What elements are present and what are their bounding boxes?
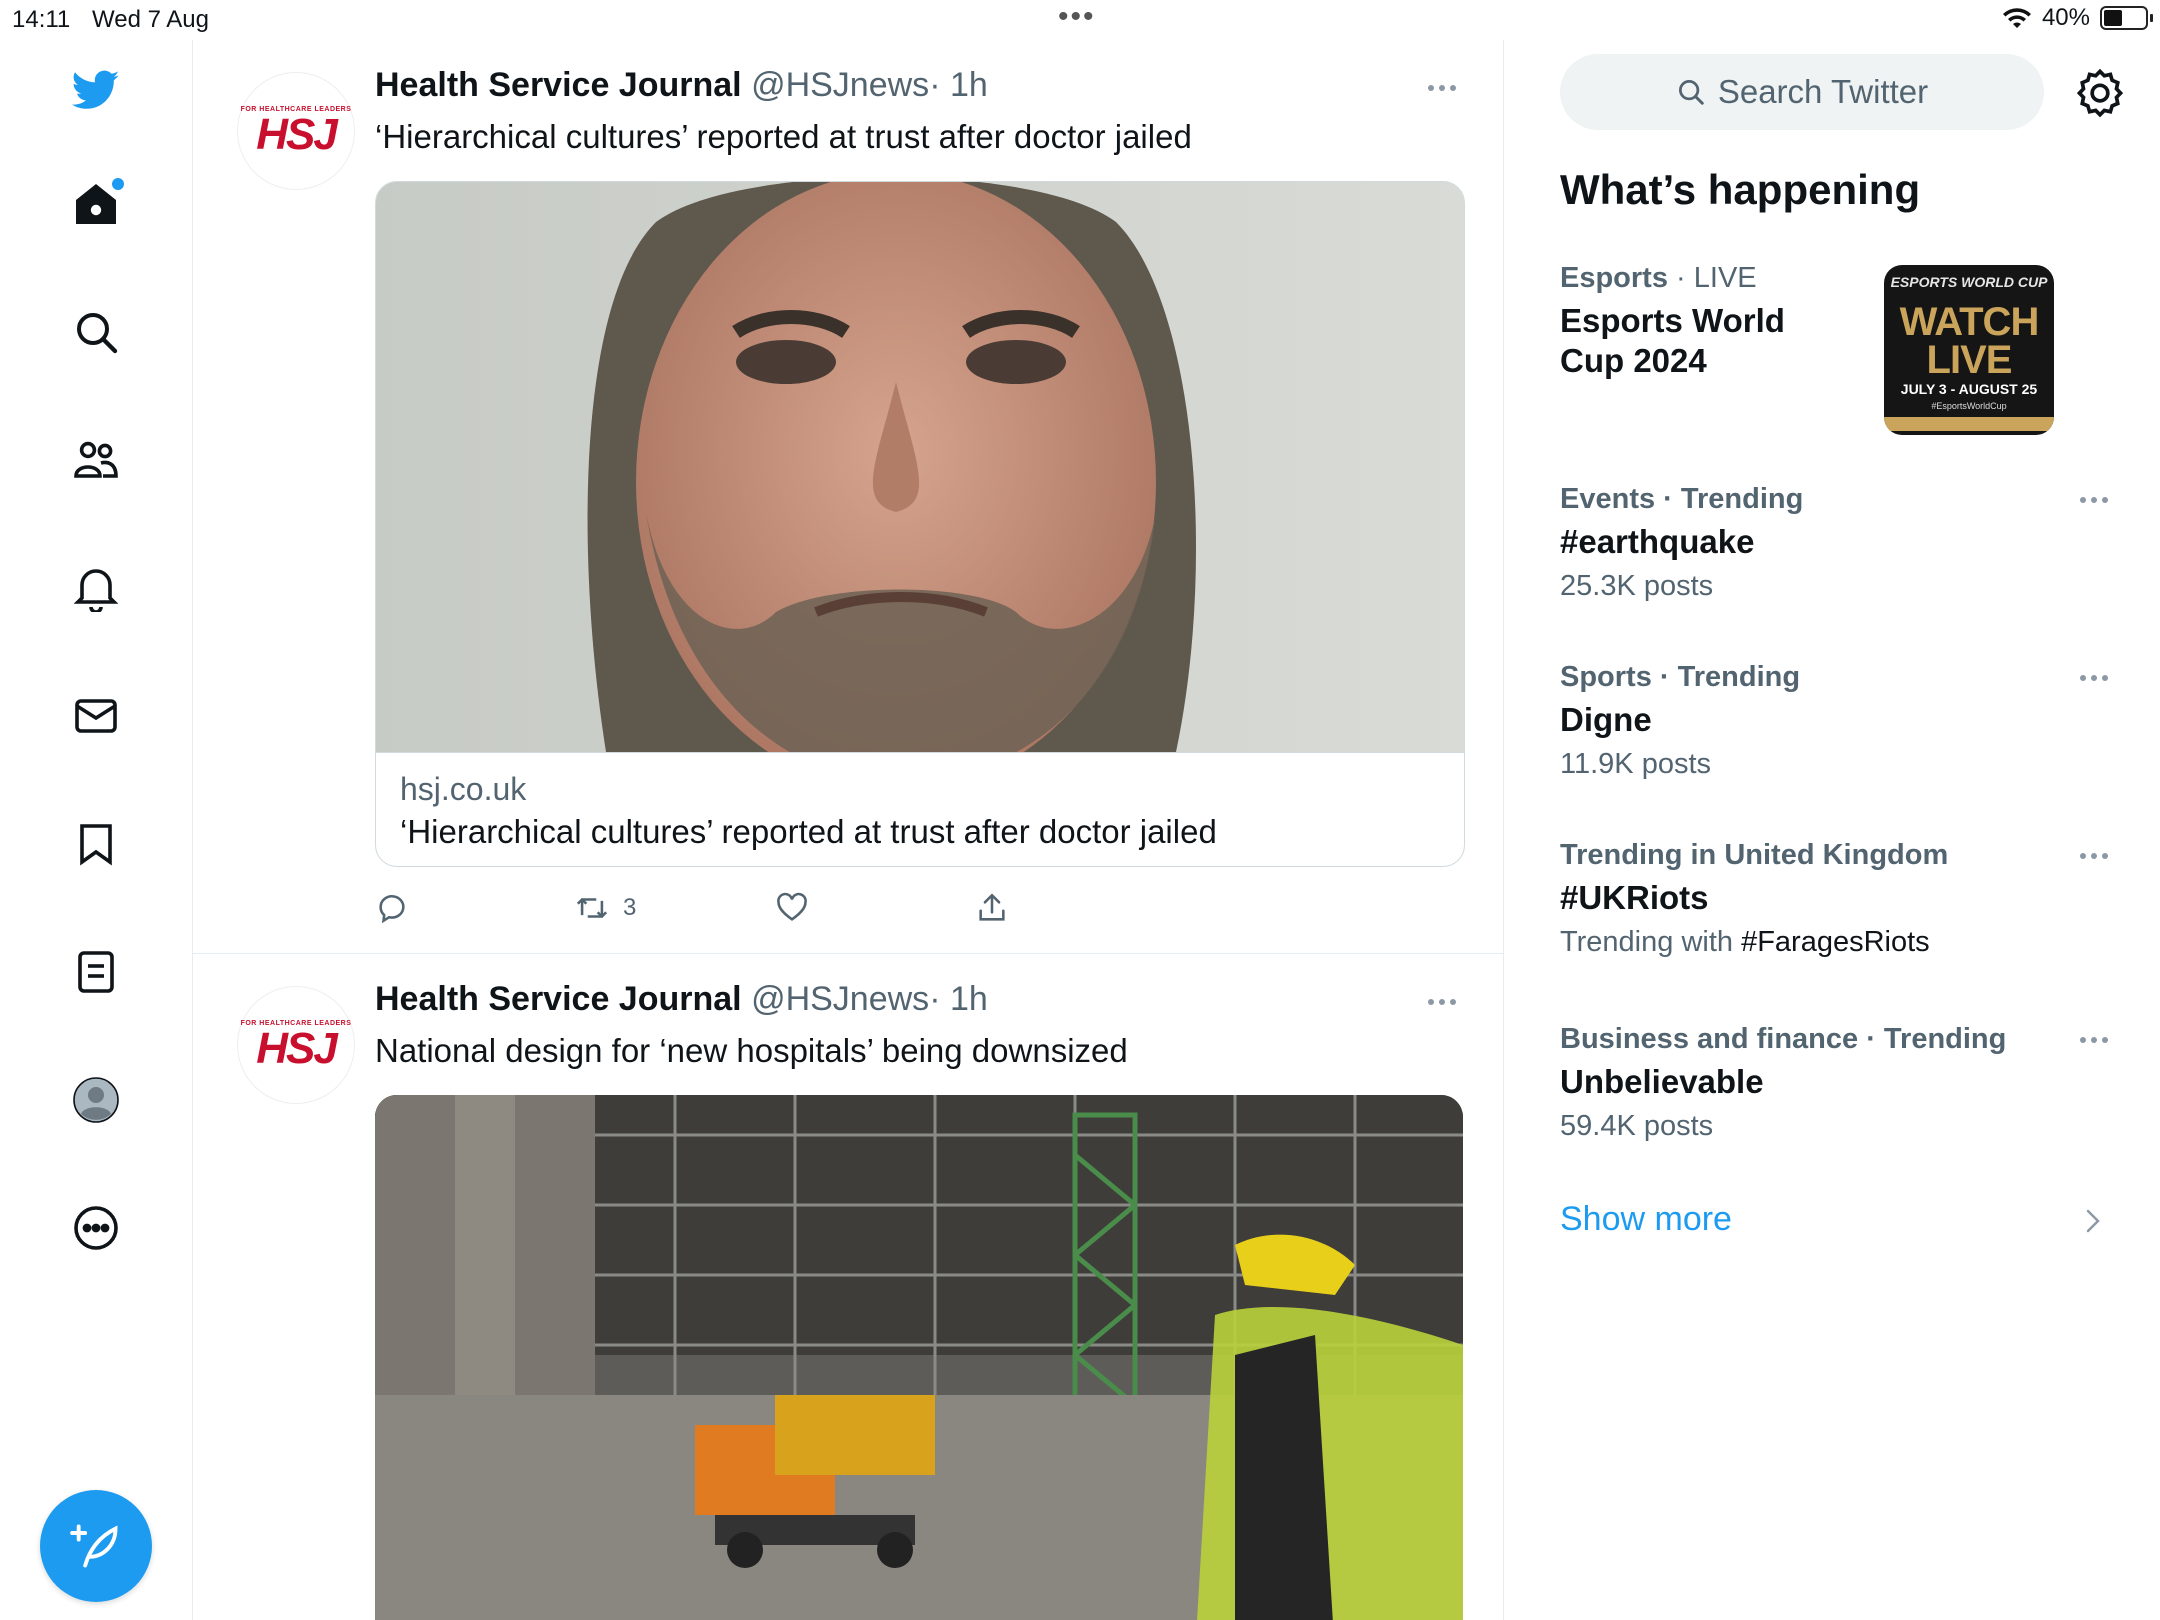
- tweet-text: ‘Hierarchical cultures’ reported at trus…: [375, 118, 1192, 155]
- esports-thumbnail[interactable]: ESPORTS WORLD CUP WATCH LIVE JULY 3 - AU…: [1884, 265, 2054, 435]
- link-card[interactable]: hsj.co.uk ‘Hierarchical cultures’ report…: [375, 181, 1465, 867]
- search-icon[interactable]: [56, 292, 136, 372]
- status-time: 14:11: [12, 6, 71, 33]
- search-placeholder: Search Twitter: [1717, 73, 1929, 110]
- battery-fill: [2104, 10, 2122, 26]
- trend-more-icon[interactable]: [2080, 497, 2108, 503]
- trend-count: 25.3K posts: [1560, 570, 1714, 602]
- trend-count: 11.9K posts: [1560, 748, 1712, 780]
- twitter-logo-icon[interactable]: [56, 50, 136, 130]
- avatar-logo: HSJ: [256, 109, 338, 159]
- avatar-logo: HSJ: [256, 1023, 338, 1073]
- reply-button[interactable]: [375, 886, 409, 930]
- compose-tweet-button[interactable]: [40, 1490, 152, 1602]
- trend-with-prefix: Trending with: [1560, 926, 1734, 958]
- whats-happening-title: What’s happening: [1560, 166, 1921, 213]
- home-icon[interactable]: [56, 164, 136, 244]
- trend-with: Trending with #FaragesRiots: [1560, 926, 2120, 959]
- right-sidebar: Search Twitter What’s happening Esports …: [1504, 40, 2160, 1620]
- wifi-icon: [2002, 8, 2031, 28]
- trend-live-status: · LIVE: [1667, 262, 1757, 294]
- author-name[interactable]: Health Service Journal: [375, 980, 742, 1018]
- search-icon: [1678, 80, 1704, 105]
- tweet-more-icon[interactable]: [1428, 78, 1468, 98]
- trend-name: Unbelievable: [1560, 1063, 1764, 1100]
- trend-name: Digne: [1560, 701, 1652, 738]
- trend-item[interactable]: Business and finance · Trending Unbeliev…: [1560, 1023, 2120, 1143]
- tweet-header: Health Service Journal @HSJnews· 1h: [375, 66, 988, 105]
- multitasking-dots-icon[interactable]: •••: [1058, 0, 1096, 34]
- heart-icon: [777, 892, 807, 921]
- search-box[interactable]: Search Twitter: [1560, 54, 2044, 130]
- trend-item[interactable]: Sports · Trending Digne 11.9K posts: [1560, 661, 2120, 781]
- chevron-right-icon[interactable]: [2084, 1208, 2102, 1234]
- trend-count: 59.4K posts: [1560, 1110, 1714, 1142]
- battery-icon: [2100, 6, 2153, 30]
- status-bar: 14:11 Wed 7 Aug ••• 40%: [0, 0, 2160, 40]
- trend-category: Business and finance · Trending: [1560, 1023, 2007, 1055]
- card-domain: hsj.co.uk: [400, 771, 527, 807]
- compose-feather-icon: [70, 1524, 118, 1568]
- trend-category: Events · Trending: [1560, 483, 1804, 515]
- status-right: 40%: [2002, 4, 2153, 32]
- settings-gear-icon[interactable]: [2074, 66, 2126, 118]
- share-button[interactable]: [975, 886, 1009, 930]
- communities-icon[interactable]: [56, 420, 136, 500]
- trend-more-icon[interactable]: [2080, 675, 2108, 681]
- card-title: ‘Hierarchical cultures’ reported at trus…: [400, 813, 1217, 850]
- messages-icon[interactable]: [56, 676, 136, 756]
- more-icon[interactable]: [56, 1188, 136, 1268]
- home-notification-dot: [112, 178, 124, 190]
- profile-avatar[interactable]: [56, 1060, 136, 1140]
- tweet-text: National design for ‘new hospitals’ bein…: [375, 1032, 1128, 1069]
- trend-with-tag[interactable]: #FaragesRiots: [1741, 926, 1930, 958]
- status-date: Wed 7 Aug: [92, 6, 209, 33]
- tweet-photo-construction[interactable]: [375, 1095, 1463, 1620]
- retweet-icon: [576, 898, 608, 918]
- left-nav: [0, 40, 193, 1620]
- thumb-hashtag: #EsportsWorldCup: [1931, 401, 2007, 411]
- thumb-dates: JULY 3 - AUGUST 25: [1900, 381, 2038, 397]
- tweet[interactable]: FOR HEALTHCARE LEADERS HSJ Health Servic…: [193, 40, 1503, 954]
- thumb-banner: [1884, 417, 2054, 431]
- tweet-time[interactable]: · 1h: [929, 66, 988, 104]
- card-image-portrait: [376, 182, 1464, 792]
- trend-more-icon[interactable]: [2080, 853, 2108, 859]
- like-button[interactable]: [775, 886, 809, 930]
- hsj-avatar[interactable]: FOR HEALTHCARE LEADERS HSJ: [237, 986, 355, 1104]
- trend-name: Esports World Cup 2024: [1560, 302, 1785, 379]
- timeline-feed: FOR HEALTHCARE LEADERS HSJ Health Servic…: [193, 40, 1504, 1620]
- bookmarks-icon[interactable]: [56, 804, 136, 884]
- trend-name: #UKRiots: [1560, 879, 1709, 916]
- reply-icon: [379, 895, 405, 924]
- author-handle[interactable]: @HSJnews: [751, 980, 929, 1018]
- thumb-event-name: ESPORTS WORLD CUP: [1890, 274, 2048, 290]
- card-meta: hsj.co.uk ‘Hierarchical cultures’ report…: [376, 752, 1464, 866]
- trend-name: #earthquake: [1560, 523, 1755, 560]
- trend-item[interactable]: Events · Trending #earthquake 25.3K post…: [1560, 483, 2120, 603]
- lists-icon[interactable]: [56, 932, 136, 1012]
- retweet-button[interactable]: 3: [575, 886, 636, 930]
- trend-category: Sports · Trending: [1560, 661, 1801, 693]
- show-more-link[interactable]: Show more: [1560, 1200, 1732, 1239]
- tweet-more-icon[interactable]: [1428, 992, 1468, 1012]
- trend-item[interactable]: Trending in United Kingdom #UKRiots Tren…: [1560, 839, 2120, 959]
- tweet-time[interactable]: · 1h: [929, 980, 988, 1018]
- trend-more-icon[interactable]: [2080, 1037, 2108, 1043]
- trend-category: Trending in United Kingdom: [1560, 839, 1949, 871]
- share-icon: [979, 893, 1005, 921]
- author-name[interactable]: Health Service Journal: [375, 66, 742, 104]
- retweet-count: 3: [623, 894, 637, 921]
- battery-percent: 40%: [2041, 4, 2090, 31]
- author-handle[interactable]: @HSJnews: [751, 66, 929, 104]
- notifications-icon[interactable]: [56, 548, 136, 628]
- tweet-actions: 3: [375, 886, 1075, 930]
- tweet-header: Health Service Journal @HSJnews· 1h: [375, 980, 988, 1019]
- hsj-avatar[interactable]: FOR HEALTHCARE LEADERS HSJ: [237, 72, 355, 190]
- tweet[interactable]: FOR HEALTHCARE LEADERS HSJ Health Servic…: [193, 954, 1503, 1620]
- thumb-watch-live: WATCH LIVE: [1899, 300, 2040, 382]
- trend-category-label: Esports: [1560, 262, 1668, 294]
